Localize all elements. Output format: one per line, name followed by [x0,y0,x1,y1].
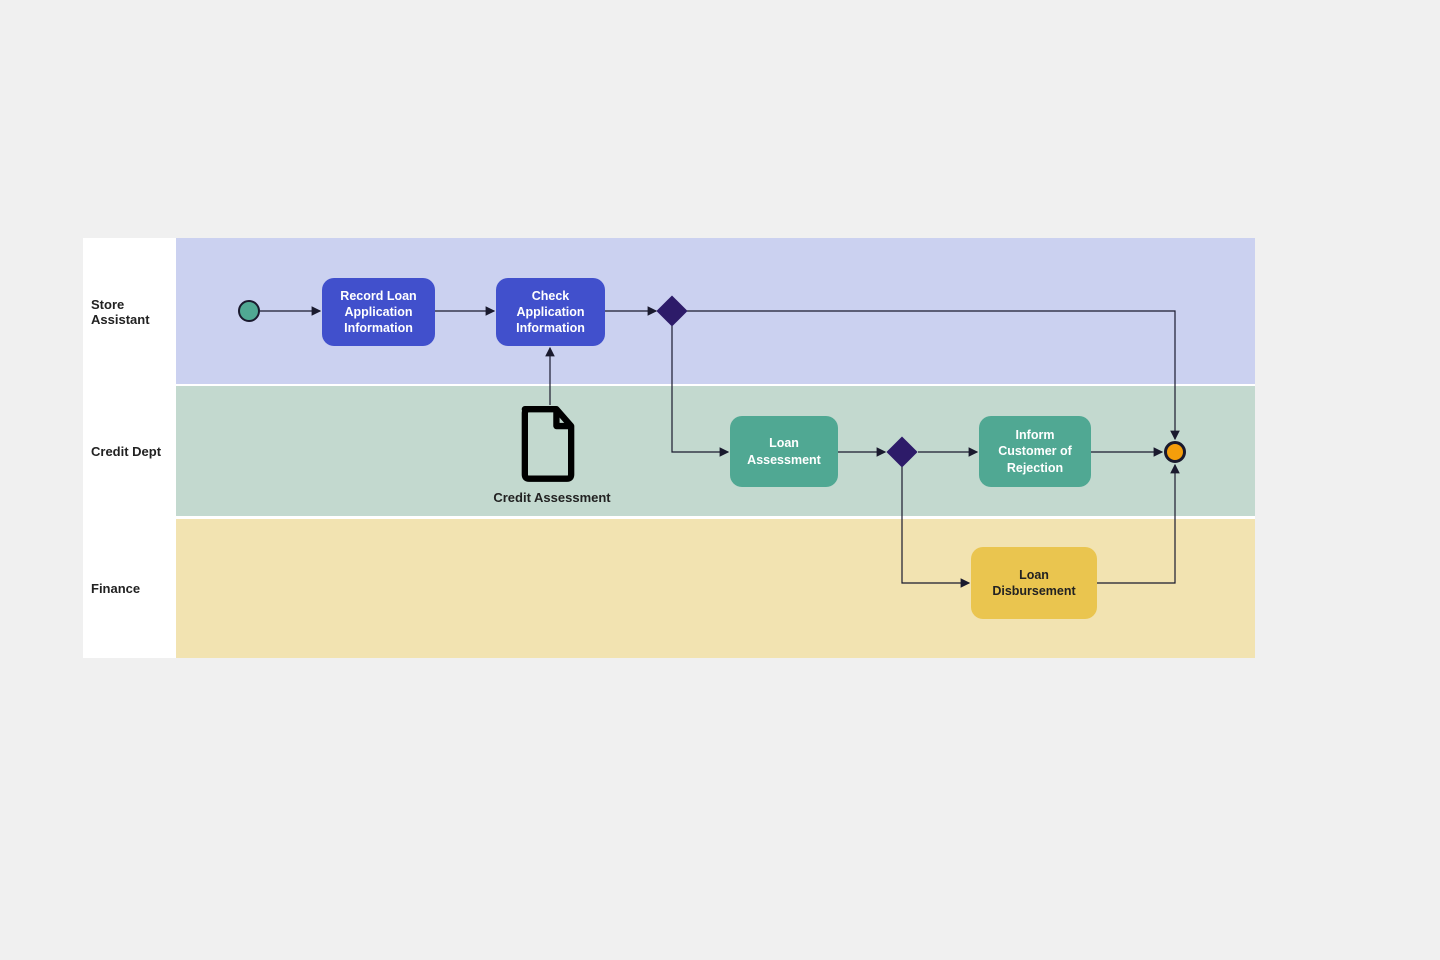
start-event[interactable] [238,300,260,322]
lane-credit-dept [176,386,1255,517]
document-icon[interactable] [514,405,582,485]
swimlane-diagram: Store Assistant Credit Dept Finance Reco… [83,238,1255,658]
task-loan-disbursement[interactable]: Loan Disbursement [971,547,1097,619]
task-loan-assessment[interactable]: Loan Assessment [730,416,838,487]
task-record-loan-application[interactable]: Record Loan Application Information [322,278,435,346]
document-label: Credit Assessment [487,490,617,505]
end-event[interactable] [1164,441,1186,463]
task-check-application[interactable]: Check Application Information [496,278,605,346]
lane-label-finance: Finance [83,519,176,658]
task-inform-rejection[interactable]: Inform Customer of Rejection [979,416,1091,487]
lane-label-store-assistant: Store Assistant [83,238,176,385]
lane-label-credit-dept: Credit Dept [83,386,176,517]
